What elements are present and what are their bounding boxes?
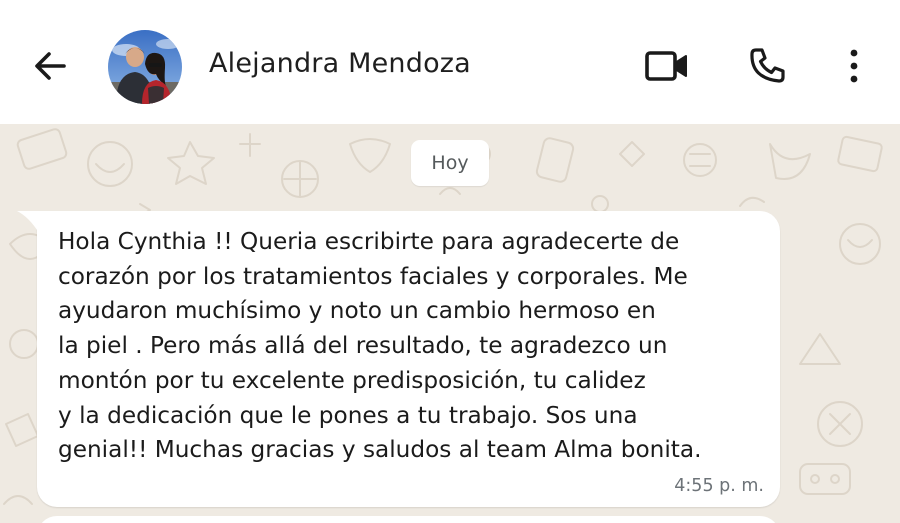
- chat-header: Alejandra Mendoza: [0, 0, 900, 124]
- back-button[interactable]: [30, 46, 70, 86]
- next-message-bubble[interactable]: [37, 516, 780, 523]
- chat-area[interactable]: Hoy Hola Cynthia !! Queria escribirte pa…: [0, 124, 900, 523]
- phone-icon: [750, 48, 785, 83]
- bubble-tail: [17, 211, 39, 233]
- avatar[interactable]: [108, 30, 182, 104]
- avatar-photo: [108, 30, 182, 104]
- message-time: 4:55 p. m.: [674, 476, 764, 496]
- video-call-icon: [645, 51, 687, 81]
- date-divider: Hoy: [411, 140, 489, 186]
- message-bubble[interactable]: Hola Cynthia !! Queria escribirte para a…: [17, 211, 780, 507]
- arrow-left-icon: [35, 52, 66, 80]
- more-vertical-icon: [850, 49, 858, 83]
- more-options-button[interactable]: [838, 44, 870, 88]
- video-call-button[interactable]: [640, 44, 694, 88]
- message-text: Hola Cynthia !! Queria escribirte para a…: [58, 228, 702, 464]
- contact-name[interactable]: Alejandra Mendoza: [209, 48, 471, 79]
- voice-call-button[interactable]: [742, 44, 792, 88]
